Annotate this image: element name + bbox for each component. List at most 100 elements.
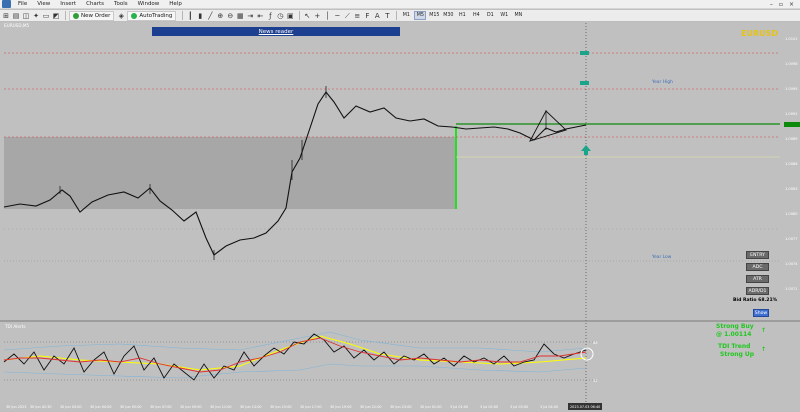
periods-icon[interactable]: ◷ xyxy=(276,12,284,20)
tile-icon[interactable]: ▦ xyxy=(236,12,244,20)
time-cursor-label: 2023.07.03 06:40 xyxy=(570,405,600,409)
up-arrow-icon: ↑ xyxy=(761,346,767,353)
svg-text:30 Jun 23:00: 30 Jun 23:00 xyxy=(390,405,412,409)
svg-text:30 Jun 21:00: 30 Jun 21:00 xyxy=(360,405,382,409)
market-watch-icon[interactable]: ◫ xyxy=(22,12,30,20)
level-marker xyxy=(580,51,589,55)
indicators-icon[interactable]: ƒ xyxy=(266,12,274,20)
timeframe-m1[interactable]: M1 xyxy=(400,11,412,20)
svg-text:30 Jun 11:00: 30 Jun 11:00 xyxy=(210,405,232,409)
navigator-icon[interactable]: ✦ xyxy=(32,12,40,20)
channel-icon[interactable]: ≡ xyxy=(353,12,361,20)
bid-ratio-label: Bid Ratio 68.21% xyxy=(733,298,778,303)
window-controls: – ▫ × xyxy=(770,1,800,8)
zoom-out-icon[interactable]: ⊖ xyxy=(226,12,234,20)
bar-chart-icon[interactable]: ┃ xyxy=(186,12,194,20)
timeframe-m15[interactable]: M15 xyxy=(428,11,440,20)
svg-text:1.0071: 1.0071 xyxy=(785,287,798,291)
menu-tools[interactable]: Tools xyxy=(109,0,133,9)
chart-title: EURUSD,M5 xyxy=(4,23,30,28)
svg-text:30 Jun 07:00: 30 Jun 07:00 xyxy=(150,405,172,409)
entry-button[interactable]: ENTRY xyxy=(746,251,769,259)
menu-charts[interactable]: Charts xyxy=(81,0,109,9)
profiles-icon[interactable]: ▤ xyxy=(12,12,20,20)
new-order-button[interactable]: New Order xyxy=(69,10,115,21)
close-icon[interactable]: × xyxy=(789,1,794,8)
metaeditor-icon[interactable]: ◈ xyxy=(117,12,125,20)
year-high-label: Year High xyxy=(652,80,673,85)
adr-d1-button[interactable]: ADR/D1 xyxy=(746,287,769,295)
crosshair-icon[interactable]: + xyxy=(313,12,321,20)
indicator-title: TDI Alerts xyxy=(5,324,26,329)
toolbar-separator xyxy=(182,11,184,20)
year-low-label: Year Low xyxy=(652,255,672,260)
svg-text:3 Jul 04:00: 3 Jul 04:00 xyxy=(540,405,558,409)
up-arrow-icon: ↑ xyxy=(761,327,767,334)
strong-buy-label: Strong Buy xyxy=(716,323,754,330)
show-button[interactable]: Show xyxy=(753,309,769,317)
toolbar-separator xyxy=(299,11,301,20)
main-toolbar: ⊞ ▤ ◫ ✦ ▭ ◩ New Order ◈ AutoTrading ┃ ▮ … xyxy=(0,10,800,22)
templates-icon[interactable]: ▣ xyxy=(286,12,294,20)
timeframe-m30[interactable]: M30 xyxy=(442,11,454,20)
new-chart-icon[interactable]: ⊞ xyxy=(2,12,10,20)
symbol-label: EURUSD xyxy=(741,29,779,38)
tdi-trend-label: TDI Trend xyxy=(718,343,751,350)
timeframe-mn[interactable]: MN xyxy=(512,11,524,20)
svg-text:1.0089: 1.0089 xyxy=(785,137,798,141)
minimize-icon[interactable]: – xyxy=(770,1,773,8)
autoscroll-icon[interactable]: ⇥ xyxy=(246,12,254,20)
timeframe-w1[interactable]: W1 xyxy=(498,11,510,20)
price-axis xyxy=(784,23,800,412)
news-reader-bar[interactable]: News reader xyxy=(152,27,400,36)
svg-text:30 Jun 05:00: 30 Jun 05:00 xyxy=(120,405,142,409)
terminal-icon[interactable]: ▭ xyxy=(42,12,50,20)
svg-text:30 Jun 13:00: 30 Jun 13:00 xyxy=(240,405,262,409)
svg-text:30 Jun 04:00: 30 Jun 04:00 xyxy=(90,405,112,409)
label-icon[interactable]: T xyxy=(383,12,391,20)
timeframe-d1[interactable]: D1 xyxy=(484,11,496,20)
fibonacci-icon[interactable]: F xyxy=(363,12,371,20)
svg-text:30 Jun 2023: 30 Jun 2023 xyxy=(6,405,26,409)
atr-button[interactable]: ATR xyxy=(746,275,769,283)
menu-help[interactable]: Help xyxy=(164,0,187,9)
tdi-trend-value: Strong Up xyxy=(720,351,755,358)
vertical-line-icon[interactable]: │ xyxy=(323,12,331,20)
svg-text:30 Jun 15:00: 30 Jun 15:00 xyxy=(270,405,292,409)
toolbar-separator xyxy=(396,11,398,20)
svg-text:1.0074: 1.0074 xyxy=(785,262,798,266)
toolbar-separator xyxy=(65,11,66,20)
horizontal-line-icon[interactable]: ─ xyxy=(333,12,341,20)
tdi-rsi-price-line xyxy=(3,333,587,381)
timeframe-h1[interactable]: H1 xyxy=(456,11,468,20)
line-chart-icon[interactable]: ╱ xyxy=(206,12,214,20)
restore-icon[interactable]: ▫ xyxy=(779,1,783,8)
svg-text:1.0086: 1.0086 xyxy=(785,162,798,166)
autotrading-button[interactable]: AutoTrading xyxy=(127,10,177,21)
autotrading-icon xyxy=(131,12,138,19)
text-icon[interactable]: A xyxy=(373,12,381,20)
candle-chart-icon[interactable]: ▮ xyxy=(196,12,204,20)
menu-insert[interactable]: Insert xyxy=(55,0,81,9)
signal-highlight-circle xyxy=(580,347,594,361)
svg-text:1.0077: 1.0077 xyxy=(785,237,798,241)
svg-text:1.0101: 1.0101 xyxy=(785,37,798,41)
tdi-axis-labels: 68 32 xyxy=(593,341,598,383)
svg-text:30 Jun 02:30: 30 Jun 02:30 xyxy=(30,405,52,409)
new-order-label: New Order xyxy=(81,12,111,19)
menu-bar: File View Insert Charts Tools Window Hel… xyxy=(0,0,800,9)
svg-text:1.0095: 1.0095 xyxy=(785,87,798,91)
cursor-icon[interactable]: ↖ xyxy=(303,12,311,20)
timeframe-h4[interactable]: H4 xyxy=(470,11,482,20)
strategy-tester-icon[interactable]: ◩ xyxy=(52,12,60,20)
svg-text:1.0083: 1.0083 xyxy=(785,187,798,191)
price-chart[interactable]: 1.0101 1.0098 1.0095 1.0092 1.0089 1.0086 1.… xyxy=(0,23,800,412)
menu-file[interactable]: File xyxy=(13,0,32,9)
timeframe-m5[interactable]: M5 xyxy=(414,11,427,20)
menu-window[interactable]: Window xyxy=(133,0,165,9)
zoom-in-icon[interactable]: ⊕ xyxy=(216,12,224,20)
adc-button[interactable]: ADC xyxy=(746,263,769,271)
menu-view[interactable]: View xyxy=(32,0,55,9)
trendline-icon[interactable]: ⟋ xyxy=(343,12,351,20)
chart-shift-icon[interactable]: ⇤ xyxy=(256,12,264,20)
